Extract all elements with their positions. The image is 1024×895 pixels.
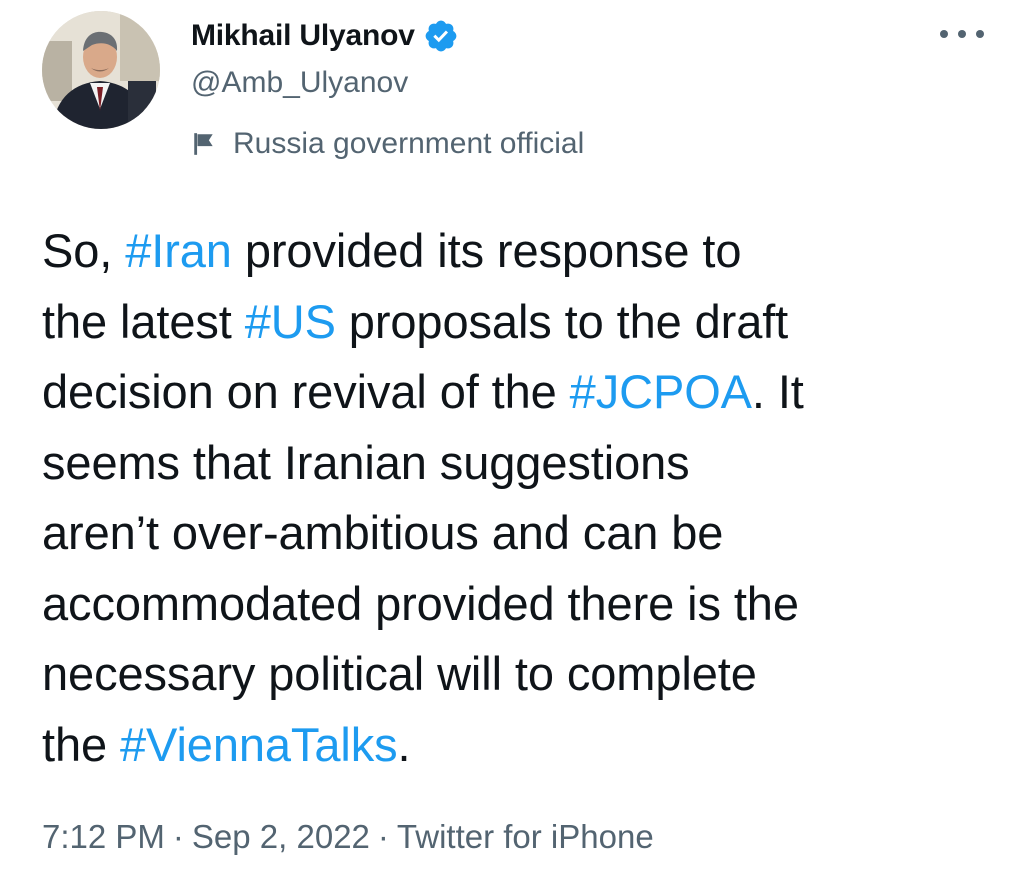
flag-icon [194, 133, 213, 155]
tweet-text-line: necessary political will to complete [42, 639, 992, 710]
author-handle[interactable]: @Amb_Ulyanov [191, 66, 408, 100]
tweet-text-line: aren’t over-ambitious and can be [42, 498, 992, 569]
more-dots-icon [976, 30, 984, 38]
author-avatar[interactable] [42, 11, 160, 129]
government-label-text: Russia government official [233, 127, 585, 160]
tweet-date[interactable]: Sep 2, 2022 [192, 818, 370, 855]
tweet-text-segment: . It [751, 365, 804, 418]
tweet-text-segment: the latest [42, 294, 245, 348]
hashtag-link[interactable]: #ViennaTalks [120, 718, 398, 771]
tweet-text-segment: So, [42, 224, 126, 277]
hashtag-link[interactable]: #US [245, 295, 336, 348]
tweet-source[interactable]: Twitter for iPhone [397, 818, 654, 855]
more-dots-icon [958, 30, 966, 38]
author-name-row: Mikhail Ulyanov [191, 14, 459, 58]
meta-separator: · [172, 818, 184, 855]
tweet-text-segment: decision on revival of the [42, 365, 570, 418]
verified-badge-icon [425, 20, 457, 52]
tweet-text-segment: accommodated provided there is the [42, 576, 799, 630]
tweet-text-segment: . [397, 717, 411, 771]
tweet-text-line: the #ViennaTalks. [42, 710, 992, 781]
more-dots-icon [940, 30, 948, 38]
tweet-text-segment: necessary political will to complete [42, 647, 757, 700]
hashtag-link[interactable]: #JCPOA [570, 365, 752, 418]
tweet-text: So, #Iran provided its response to the la… [42, 216, 992, 780]
tweet-time[interactable]: 7:12 PM [42, 818, 165, 855]
tweet-metadata: 7:12 PM · Sep 2, 2022 · Twitter for iPhone [42, 818, 654, 856]
tweet-text-line: So, #Iran provided its response to [42, 216, 992, 287]
hashtag-link[interactable]: #Iran [125, 224, 232, 277]
tweet-text-line: seems that Iranian suggestions [42, 428, 992, 499]
author-display-name[interactable]: Mikhail Ulyanov [191, 19, 415, 53]
tweet-text-line: the latest #US proposals to the draft [42, 287, 992, 358]
tweet-text-segment: seems that Iranian suggestions [42, 435, 690, 489]
tweet-text-line: accommodated provided there is the [42, 569, 992, 640]
more-options-button[interactable] [940, 20, 984, 48]
tweet-text-line: decision on revival of the #JCPOA. It [42, 357, 992, 428]
tweet-text-segment: aren’t over-ambitious and can be [42, 506, 724, 559]
meta-separator: · [377, 818, 389, 855]
government-label[interactable]: Russia government official [191, 124, 584, 164]
profile-photo [42, 11, 160, 129]
tweet-text-segment: provided its response to [231, 224, 742, 277]
tweet-text-segment: the [42, 717, 120, 771]
tweet-text-segment: proposals to the draft [335, 294, 789, 348]
